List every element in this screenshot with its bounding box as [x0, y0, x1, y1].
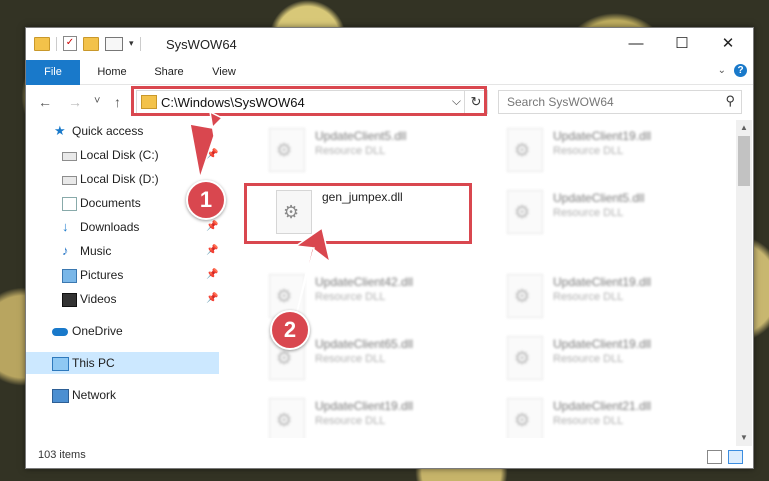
annotation-arrows	[189, 110, 332, 317]
step-2-badge: 2	[270, 310, 310, 350]
arrow-1-icon	[189, 110, 224, 179]
arrow-2-icon	[293, 226, 332, 317]
step-1-badge: 1	[186, 180, 226, 220]
